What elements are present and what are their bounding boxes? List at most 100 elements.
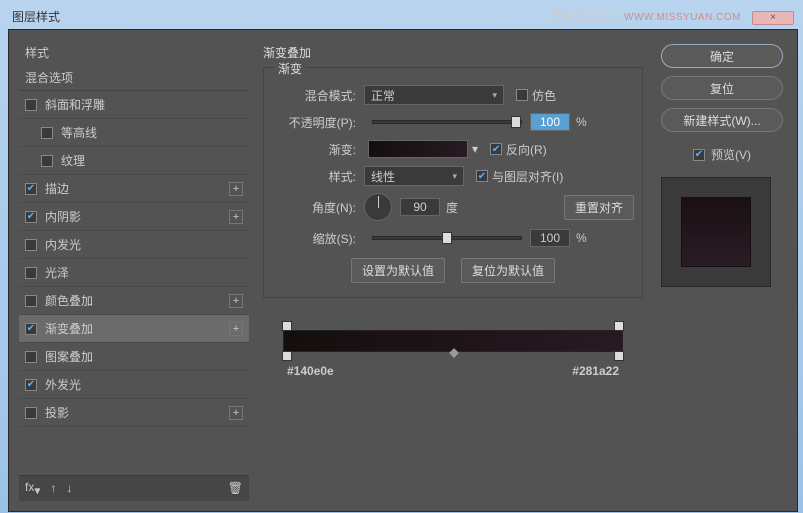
effect-label: 图案叠加 xyxy=(45,348,93,365)
effect-checkbox[interactable] xyxy=(25,323,37,335)
hex-left: #140e0e xyxy=(287,364,334,378)
opacity-stop-right[interactable] xyxy=(614,321,624,331)
sidebar-item-内阴影[interactable]: 内阴影 + xyxy=(19,203,249,231)
effect-checkbox[interactable] xyxy=(25,295,37,307)
add-effect-icon[interactable]: + xyxy=(229,406,243,420)
sidebar-item-描边[interactable]: 描边 + xyxy=(19,175,249,203)
effect-label: 渐变叠加 xyxy=(45,320,93,337)
angle-label: 角度(N): xyxy=(272,199,364,216)
preview-label: 预览(V) xyxy=(711,146,751,163)
effect-checkbox[interactable] xyxy=(25,351,37,363)
effect-checkbox[interactable] xyxy=(25,379,37,391)
effect-label: 内阴影 xyxy=(45,208,81,225)
opacity-slider[interactable] xyxy=(372,120,522,124)
scale-slider[interactable] xyxy=(372,236,522,240)
fieldset-legend: 渐变 xyxy=(274,60,306,77)
styles-sidebar: 样式 混合选项 斜面和浮雕等高线纹理描边 + 内阴影 + 内发光光泽颜色叠加 + 渐变叠加 +… xyxy=(19,40,249,501)
effect-checkbox[interactable] xyxy=(41,127,53,139)
cancel-button[interactable]: 复位 xyxy=(661,76,783,100)
chevron-down-icon: ▾ xyxy=(452,171,457,182)
effect-checkbox[interactable] xyxy=(25,239,37,251)
effect-label: 纹理 xyxy=(61,152,85,169)
sidebar-item-纹理[interactable]: 纹理 xyxy=(19,147,249,175)
ok-button[interactable]: 确定 xyxy=(661,44,783,68)
forum-text: 思缘设计论坛 xyxy=(549,9,621,23)
opacity-label: 不透明度(P): xyxy=(272,114,364,131)
add-effect-icon[interactable]: + xyxy=(229,182,243,196)
blending-options[interactable]: 混合选项 xyxy=(19,65,249,91)
align-label: 与图层对齐(I) xyxy=(492,168,563,185)
effect-label: 内发光 xyxy=(45,236,81,253)
effect-checkbox[interactable] xyxy=(25,99,37,111)
close-button[interactable]: × xyxy=(752,11,794,25)
sidebar-item-渐变叠加[interactable]: 渐变叠加 + xyxy=(19,315,249,343)
watermark: WWW.MISSYUAN.COM xyxy=(624,12,741,23)
add-effect-icon[interactable]: + xyxy=(229,322,243,336)
fx-menu[interactable]: fx▾ xyxy=(25,480,40,497)
style-label: 样式: xyxy=(272,168,364,185)
effect-checkbox[interactable] xyxy=(25,211,37,223)
add-effect-icon[interactable]: + xyxy=(229,210,243,224)
reset-align-button[interactable]: 重置对齐 xyxy=(564,195,634,220)
effect-label: 等高线 xyxy=(61,124,97,141)
sidebar-item-光泽[interactable]: 光泽 xyxy=(19,259,249,287)
effect-checkbox[interactable] xyxy=(41,155,53,167)
gradient-label: 渐变: xyxy=(272,141,364,158)
right-column: 确定 复位 新建样式(W)... 预览(V) xyxy=(657,40,787,501)
sidebar-footer: fx▾ ↑ ↓ 🗑 xyxy=(19,475,249,501)
angle-unit: 度 xyxy=(446,199,458,216)
sidebar-item-颜色叠加[interactable]: 颜色叠加 + xyxy=(19,287,249,315)
reverse-checkbox[interactable] xyxy=(490,143,502,155)
scale-input[interactable]: 100 xyxy=(530,229,570,247)
move-up-icon[interactable]: ↑ xyxy=(50,481,56,495)
sidebar-item-内发光[interactable]: 内发光 xyxy=(19,231,249,259)
reset-default-button[interactable]: 复位为默认值 xyxy=(461,258,555,283)
sidebar-item-投影[interactable]: 投影 + xyxy=(19,399,249,427)
midpoint-handle[interactable] xyxy=(449,348,459,358)
opacity-stop-left[interactable] xyxy=(282,321,292,331)
angle-dial[interactable] xyxy=(364,193,392,221)
effect-checkbox[interactable] xyxy=(25,407,37,419)
trash-icon[interactable]: 🗑 xyxy=(228,481,243,495)
effect-checkbox[interactable] xyxy=(25,183,37,195)
blendmode-select[interactable]: 正常▾ xyxy=(364,85,504,105)
blendmode-label: 混合模式: xyxy=(272,87,364,104)
effect-label: 投影 xyxy=(45,404,69,421)
panel-title: 渐变叠加 xyxy=(263,44,643,61)
dither-checkbox[interactable] xyxy=(516,89,528,101)
new-style-button[interactable]: 新建样式(W)... xyxy=(661,108,783,132)
preview-box xyxy=(661,177,771,287)
sidebar-item-图案叠加[interactable]: 图案叠加 xyxy=(19,343,249,371)
angle-input[interactable]: 90 xyxy=(400,198,440,216)
move-down-icon[interactable]: ↓ xyxy=(66,481,72,495)
opacity-input[interactable]: 100 xyxy=(530,113,570,131)
effect-checkbox[interactable] xyxy=(25,267,37,279)
preview-swatch xyxy=(681,197,751,267)
hex-right: #281a22 xyxy=(572,364,619,378)
dither-label: 仿色 xyxy=(532,87,556,104)
scale-unit: % xyxy=(576,231,587,245)
sidebar-item-等高线[interactable]: 等高线 xyxy=(19,119,249,147)
style-select[interactable]: 线性▾ xyxy=(364,166,464,186)
effect-label: 描边 xyxy=(45,180,69,197)
layer-style-dialog: 样式 混合选项 斜面和浮雕等高线纹理描边 + 内阴影 + 内发光光泽颜色叠加 + 渐变叠加 +… xyxy=(8,29,798,512)
align-checkbox[interactable] xyxy=(476,170,488,182)
scale-label: 缩放(S): xyxy=(272,230,364,247)
gradient-swatch[interactable] xyxy=(368,140,468,158)
sidebar-item-斜面和浮雕[interactable]: 斜面和浮雕 xyxy=(19,91,249,119)
color-stop-right[interactable] xyxy=(614,351,624,361)
preview-checkbox[interactable] xyxy=(693,149,705,161)
effect-label: 斜面和浮雕 xyxy=(45,96,105,113)
reverse-label: 反向(R) xyxy=(506,141,547,158)
add-effect-icon[interactable]: + xyxy=(229,294,243,308)
effect-label: 颜色叠加 xyxy=(45,292,93,309)
sidebar-item-外发光[interactable]: 外发光 xyxy=(19,371,249,399)
gradient-editor[interactable]: #140e0e #281a22 xyxy=(283,330,623,378)
chevron-down-icon[interactable]: ▾ xyxy=(472,142,478,156)
opacity-unit: % xyxy=(576,115,587,129)
settings-panel: 渐变叠加 渐变 混合模式: 正常▾ 仿色 不透明度(P): 100 % 渐变: … xyxy=(249,40,657,501)
effect-label: 外发光 xyxy=(45,376,81,393)
set-default-button[interactable]: 设置为默认值 xyxy=(351,258,445,283)
sidebar-header[interactable]: 样式 xyxy=(19,40,249,65)
color-stop-left[interactable] xyxy=(282,351,292,361)
